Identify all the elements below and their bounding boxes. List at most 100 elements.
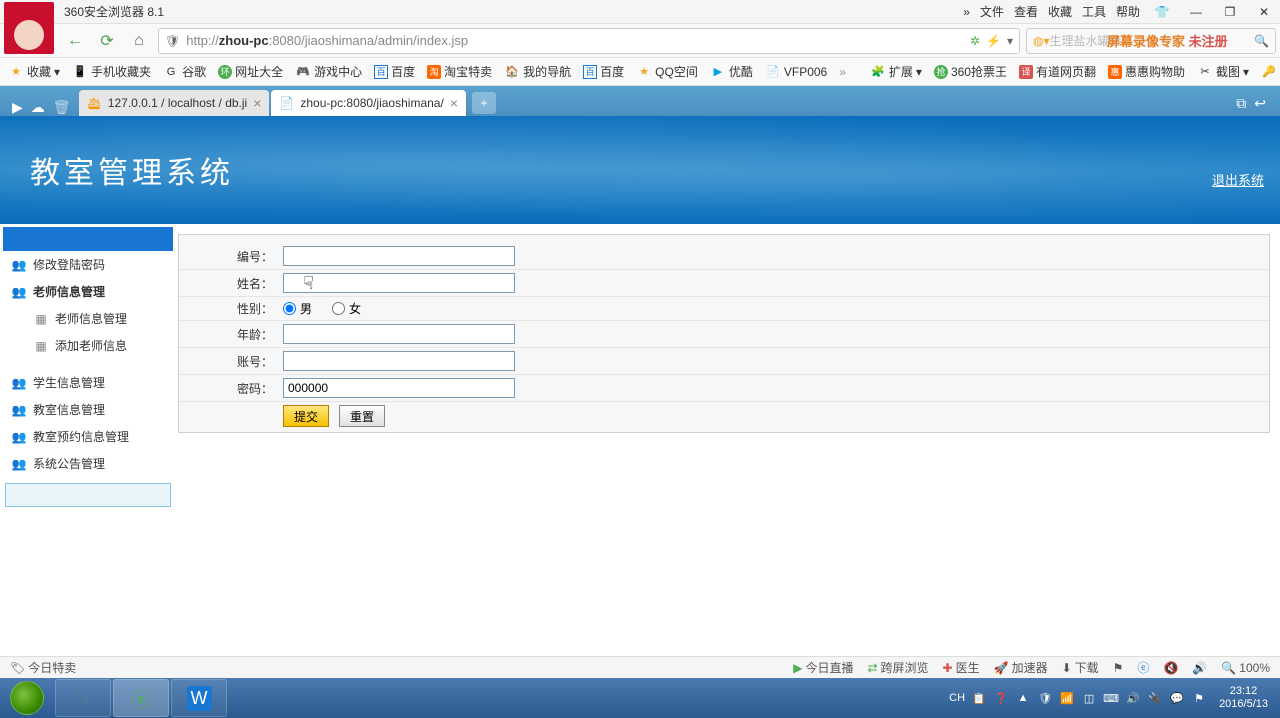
skin-button[interactable]: 👕 [1150,2,1174,22]
close-tab-icon[interactable]: × [450,95,458,111]
ext-ticket[interactable]: 抢360抢票王 [934,63,1007,80]
sidebar-item-4[interactable]: 👥学生信息管理 [3,369,173,396]
sidebar-item-5[interactable]: 👥教室信息管理 [3,396,173,423]
close-tab-icon[interactable]: × [253,95,261,111]
tray-keyboard-icon[interactable]: ⌨ [1103,690,1119,706]
undo-close-icon[interactable]: ↩ [1254,95,1266,112]
status-nosound[interactable]: 🔇 [1163,661,1178,675]
people-icon: 👥 [11,257,27,273]
bookmark-baidu1[interactable]: 百百度 [374,63,415,80]
menu-file[interactable]: 文件 [980,3,1004,20]
tab-app[interactable]: 📄 zhou-pc:8080/jiaoshimana/ × [271,90,466,116]
ext-shopping[interactable]: 惠惠惠购物助 [1108,63,1185,80]
address-bar[interactable]: 🛡 http://zhou-pc:8080/jiaoshimana/admin/… [158,28,1020,54]
input-password[interactable] [283,378,515,398]
input-account[interactable] [283,351,515,371]
dropdown-icon[interactable]: ▾ [1007,34,1013,48]
bookmark-qzone[interactable]: ★QQ空间 [636,63,698,80]
tray-flag-icon[interactable]: ⚑ [1191,690,1207,706]
user-avatar[interactable] [4,2,54,54]
sidebar-item-1[interactable]: 👥老师信息管理 [3,278,173,305]
bookmark-vfp[interactable]: 📄VFP006 [765,64,827,80]
input-name[interactable] [283,273,515,293]
url-text: http://zhou-pc:8080/jiaoshimana/admin/in… [186,33,468,48]
status-download[interactable]: ⬇下载 [1062,659,1099,676]
tray-msg-icon[interactable]: 💬 [1169,690,1185,706]
ext-login[interactable]: 🔑登录管家 [1261,63,1280,80]
close-button[interactable]: ✕ [1252,2,1276,22]
status-zoom[interactable]: 🔍100% [1221,661,1270,675]
maximize-button[interactable]: ❐ [1218,2,1242,22]
menu-favorites[interactable]: 收藏 [1048,3,1072,20]
refresh-button[interactable]: ⟳ [94,28,120,54]
status-accel[interactable]: 🚀加速器 [994,659,1048,676]
bookmark-youku[interactable]: ▶优酷 [710,63,753,80]
task-wps[interactable]: W [171,679,227,717]
forward-tab-icon[interactable]: ▶ [12,99,23,116]
ext-screenshot[interactable]: ✂截图 ▾ [1197,63,1249,80]
logout-link[interactable]: 退出系统 [1212,170,1264,189]
sidebar-item-7[interactable]: 👥系统公告管理 [3,450,173,477]
collect-tabs-icon[interactable]: ⧉ [1236,95,1246,112]
taskbar-clock[interactable]: 23:12 2016/5/13 [1213,685,1274,711]
status-ie[interactable]: ⓔ [1137,659,1149,676]
trash-icon[interactable]: 🗑 [53,99,71,116]
favorites-button[interactable]: ★收藏 ▾ [8,63,60,80]
search-box[interactable]: ◍▾ 生理盐水罐装 屏幕录像专家 未注册 🔍 [1026,28,1276,54]
input-id[interactable] [283,246,515,266]
status-live[interactable]: ▶今日直播 [793,659,853,676]
menu-view[interactable]: 查看 [1014,3,1038,20]
start-button[interactable] [0,678,54,718]
back-button[interactable]: ← [62,28,88,54]
tab-phpmyadmin[interactable]: 🛳 127.0.0.1 / localhost / db.ji × [79,90,270,116]
tray-net-icon[interactable]: 📶 [1059,690,1075,706]
menu-help[interactable]: 帮助 [1116,3,1140,20]
reset-button[interactable]: 重置 [339,405,385,427]
more-bookmarks-icon[interactable]: » [839,65,846,79]
status-cross[interactable]: ⇄跨屏浏览 [867,659,928,676]
sidebar-item-6[interactable]: 👥教室预约信息管理 [3,423,173,450]
tray-power-icon[interactable]: 🔌 [1147,690,1163,706]
tray-up-icon[interactable]: ▲ [1015,690,1031,706]
tray-vol-icon[interactable]: 🔊 [1125,690,1141,706]
bookmark-mobile[interactable]: 📱手机收藏夹 [72,63,151,80]
cloud-icon[interactable]: ☁ [31,99,45,116]
ext-button[interactable]: 🧩扩展 ▾ [870,63,922,80]
search-icon[interactable]: 🔍 [1254,34,1269,48]
new-tab-button[interactable]: + [472,92,496,114]
tray-shield-icon[interactable]: 🛡 [1037,690,1053,706]
search-engine-icon[interactable]: ◍▾ [1033,34,1050,48]
bookmark-google[interactable]: G谷歌 [163,63,206,80]
tray-app-icon[interactable]: ◫ [1081,690,1097,706]
bookmark-games[interactable]: 🎮游戏中心 [295,63,362,80]
task-browser[interactable]: ⓔ [113,679,169,717]
menu-tools[interactable]: 工具 [1082,3,1106,20]
tray-help-icon[interactable]: ❓ [993,690,1009,706]
radio-female[interactable] [332,302,345,315]
bookmark-baidu2[interactable]: 百百度 [583,63,624,80]
radio-male[interactable] [283,302,296,315]
minimize-button[interactable]: — [1184,2,1208,22]
sidebar-item-2[interactable]: ▦老师信息管理 [3,305,173,332]
tray-ime-icon[interactable]: 📋 [971,690,987,706]
status-sound[interactable]: 🔊 [1192,661,1207,675]
status-sale[interactable]: 🏷今日特卖 [10,659,76,676]
scissors-icon: ✂ [1197,64,1213,80]
ext-translate[interactable]: 译有道网页翻 [1019,63,1096,80]
status-doctor[interactable]: ✚医生 [943,659,980,676]
radio-female-wrap[interactable]: 女 [332,300,361,317]
lang-indicator[interactable]: CH [949,692,965,704]
task-app1[interactable]: ✎ [55,679,111,717]
sidebar-item-0[interactable]: 👥修改登陆密码 [3,251,173,278]
status-flag[interactable]: ⚑ [1113,661,1124,675]
submit-button[interactable]: 提交 [283,405,329,427]
app-title: 教室管理系统 [30,148,234,192]
input-age[interactable] [283,324,515,344]
people-icon: 👥 [11,429,27,445]
home-button[interactable]: ⌂ [126,28,152,54]
radio-male-wrap[interactable]: 男 [283,300,312,317]
sidebar-item-3[interactable]: ▦添加老师信息 [3,332,173,359]
bookmark-taobao[interactable]: 淘淘宝特卖 [427,63,492,80]
bookmark-mynav[interactable]: 🏠我的导航 [504,63,571,80]
bookmark-sites[interactable]: 环网址大全 [218,63,283,80]
